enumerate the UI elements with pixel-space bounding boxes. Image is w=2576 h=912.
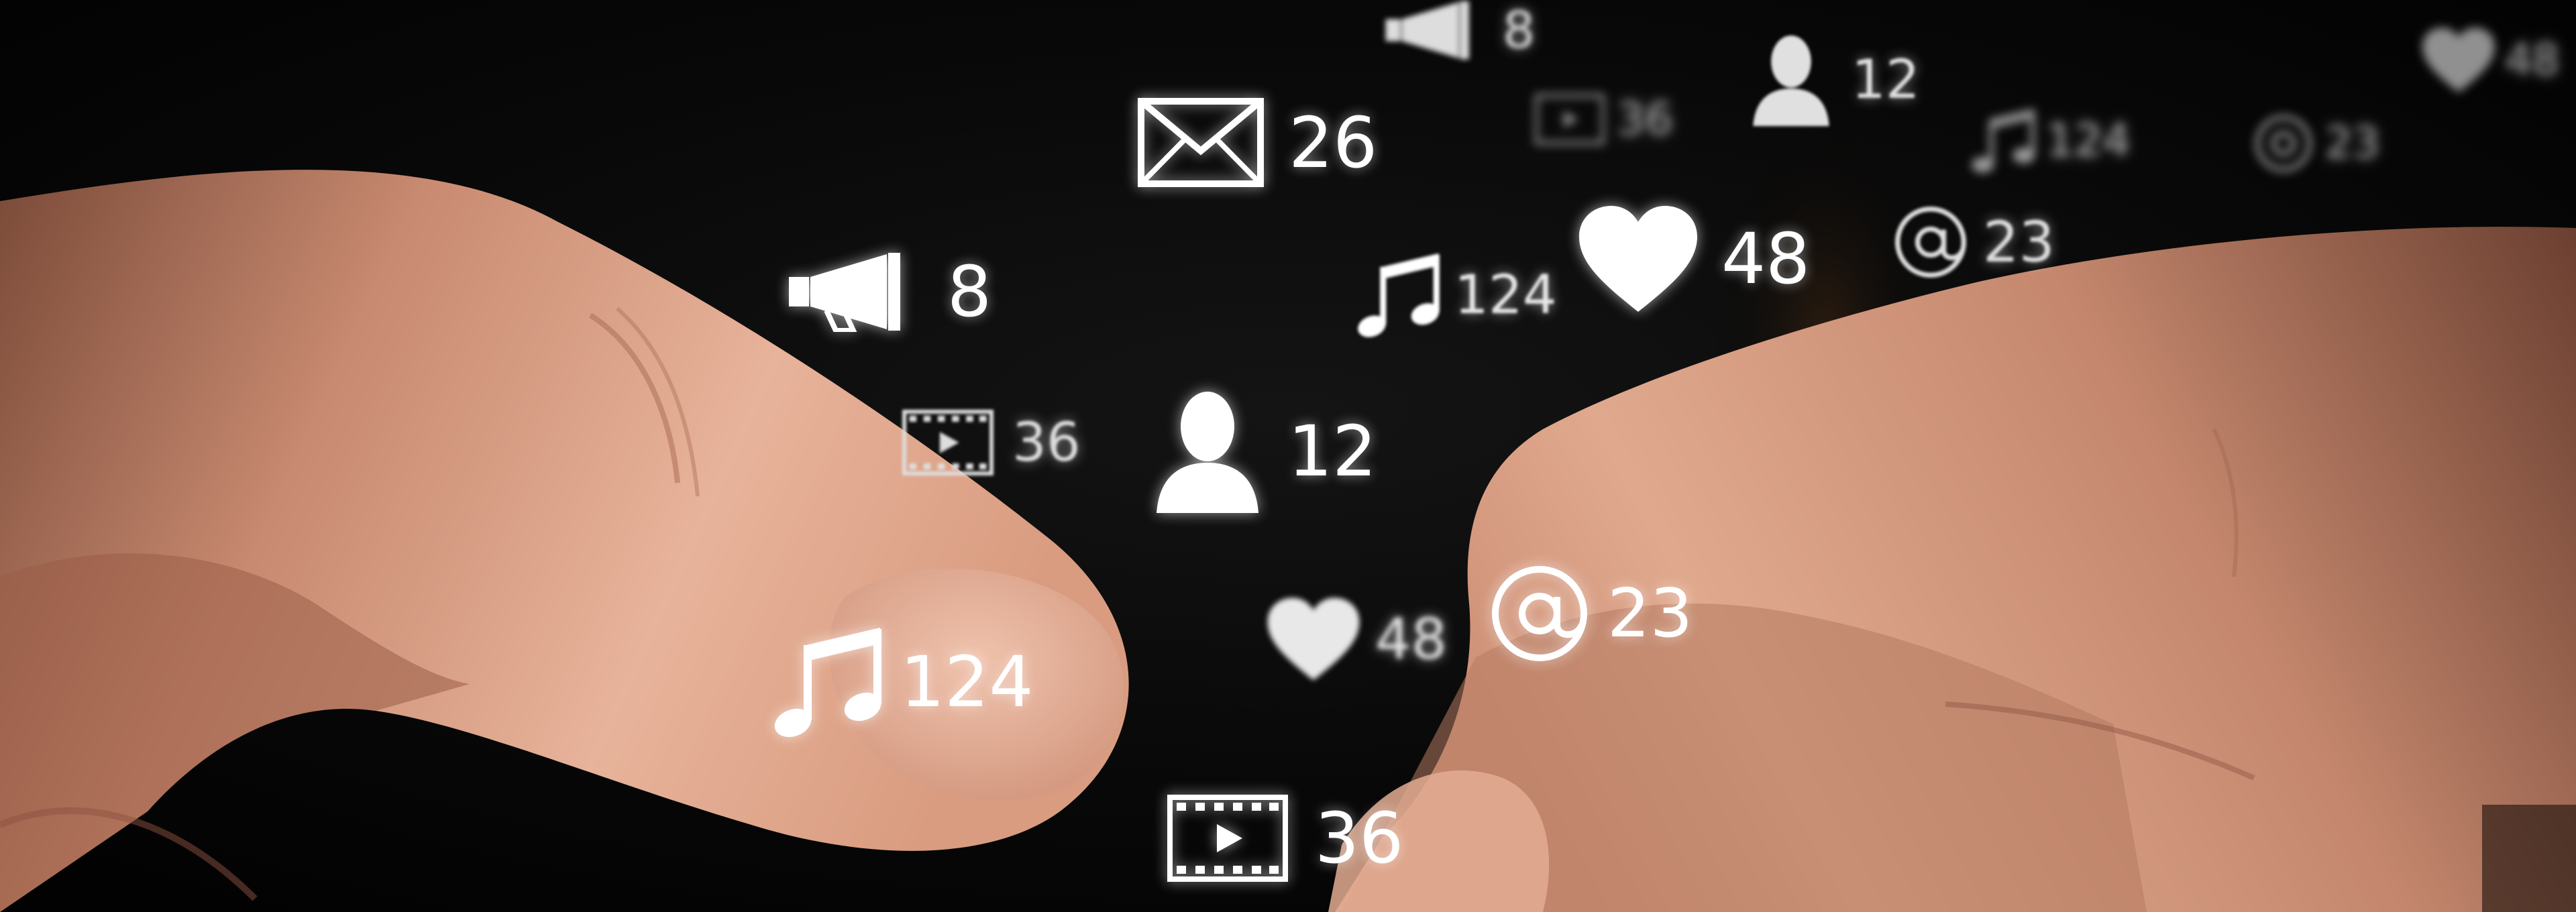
film-count: 36: [1012, 411, 1081, 473]
heart-icon: [1578, 205, 1699, 313]
photo-scene: 26 8 12 48 124 124 36 36 23 23 48 8 12 3…: [0, 0, 2576, 912]
at-count: 23: [1983, 209, 2055, 275]
film-icon: [1167, 795, 1288, 882]
badge-heart-mid: 48: [1267, 597, 1447, 681]
badge-heart-small: 48: [2422, 27, 2559, 93]
badge-at-mid: 23: [1893, 205, 2055, 280]
heart-icon: [2422, 27, 2496, 93]
at-sign-icon: [1489, 563, 1590, 664]
badge-at-small: 23: [2254, 114, 2379, 173]
music-count: 124: [2046, 115, 2131, 166]
megaphone-icon: [1382, 0, 1476, 60]
badge-megaphone-small: 8: [1382, 0, 1535, 60]
at-count: 23: [2325, 119, 2380, 168]
at-sign-icon: [2254, 114, 2313, 173]
envelope-icon: [1137, 97, 1265, 188]
badge-film-large: 36: [1167, 795, 1403, 882]
film-icon: [1535, 94, 1605, 145]
heart-count: 48: [2505, 35, 2560, 85]
user-count: 12: [1851, 48, 1920, 111]
megaphone-count: 8: [1503, 0, 1536, 60]
badge-user: 12: [1154, 389, 1377, 513]
music-note-icon: [1356, 251, 1444, 339]
badge-music-large: 124: [773, 625, 1034, 739]
at-count: 23: [1607, 574, 1693, 652]
heart-count: 48: [1721, 218, 1811, 300]
user-icon: [1154, 389, 1261, 513]
megaphone-count: 8: [947, 251, 992, 333]
megaphone-icon: [786, 251, 907, 332]
film-count: 36: [1617, 93, 1673, 145]
badge-film-small: 36: [1535, 94, 1673, 145]
music-note-icon: [1971, 107, 2038, 174]
badge-heart-large: 48: [1578, 205, 1810, 313]
user-icon: [1751, 34, 1831, 126]
film-count: 36: [1315, 797, 1404, 879]
at-sign-icon: [1893, 205, 1968, 280]
film-icon: [902, 409, 994, 476]
badge-user-small: 12: [1751, 34, 1920, 126]
badge-music-mid: 124: [1356, 251, 1557, 339]
badge-film-mid: 36: [902, 409, 1081, 476]
music-note-icon: [773, 625, 887, 739]
heart-icon: [1267, 597, 1360, 681]
badge-megaphone: 8: [786, 251, 991, 332]
user-count: 12: [1288, 410, 1377, 492]
music-count: 124: [900, 641, 1034, 723]
heart-count: 48: [1375, 606, 1447, 672]
music-count: 124: [1454, 264, 1557, 326]
badge-at-large: 23: [1489, 563, 1693, 664]
badge-music-small: 124: [1971, 107, 2131, 174]
badge-envelope: 26: [1137, 97, 1377, 188]
envelope-count: 26: [1289, 101, 1378, 184]
